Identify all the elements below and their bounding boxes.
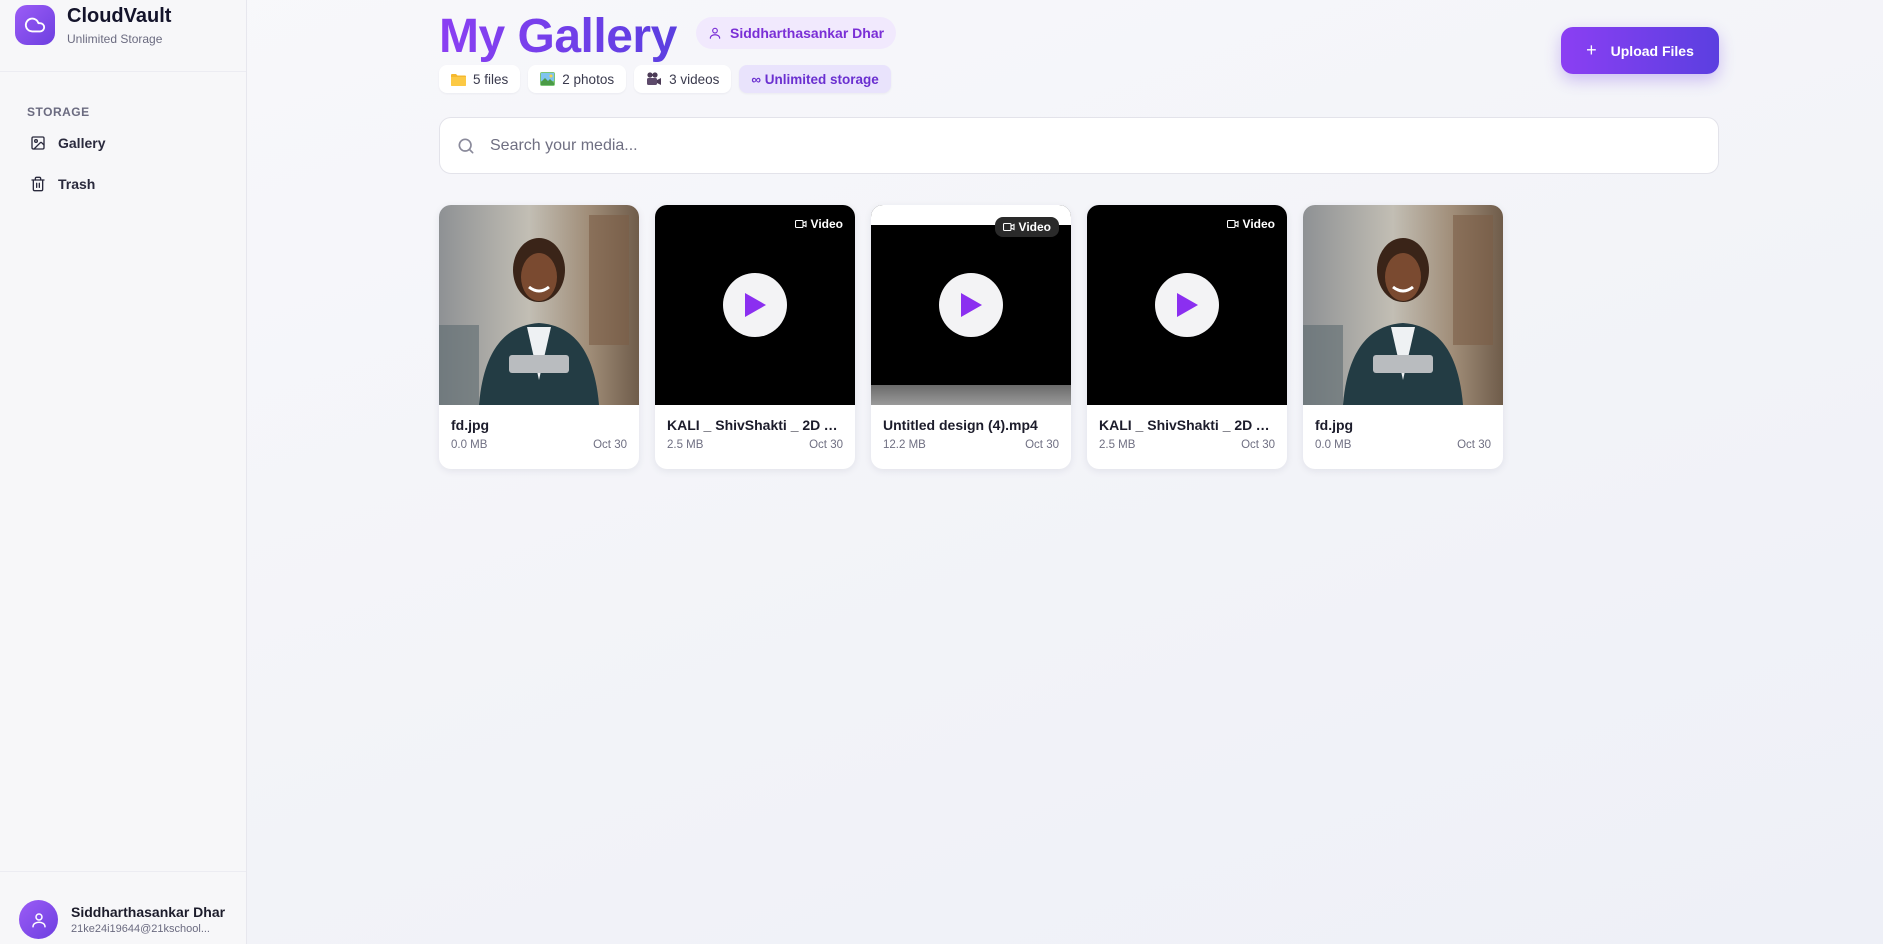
upload-files-button[interactable]: + Upload Files [1561, 27, 1719, 74]
media-card[interactable]: fd.jpg 0.0 MB Oct 30 [1303, 205, 1503, 469]
file-date: Oct 30 [593, 439, 627, 451]
picture-icon [540, 72, 556, 86]
play-button[interactable] [723, 273, 787, 337]
video-badge: Video [994, 217, 1059, 237]
portrait-image [439, 205, 639, 405]
video-badge-label: Video [810, 217, 843, 231]
owner-chip-label: Siddharthasankar Dhar [730, 25, 885, 41]
plus-icon: + [1586, 40, 1597, 60]
trash-icon [30, 175, 48, 193]
portrait-image [1303, 205, 1503, 405]
video-badge-label: Video [1018, 220, 1051, 234]
user-email: 21ke24i19644@21kschool... [71, 923, 210, 935]
stat-videos-label: 3 videos [669, 71, 720, 87]
upload-files-label: Upload Files [1610, 42, 1694, 59]
brand[interactable]: CloudVault Unlimited Storage [15, 4, 171, 46]
stat-videos: 3 videos [634, 65, 732, 93]
stat-storage: ∞ Unlimited storage [739, 65, 891, 93]
stat-files: 5 files [439, 65, 521, 93]
file-date: Oct 30 [1025, 439, 1059, 451]
play-button[interactable] [1155, 273, 1219, 337]
sidebar-item-gallery[interactable]: Gallery [30, 131, 105, 155]
file-name: Untitled design (4).mp4 [883, 417, 1038, 433]
stat-photos: 2 photos [528, 65, 627, 93]
stat-photos-label: 2 photos [562, 71, 615, 87]
play-icon [961, 293, 982, 317]
sidebar-item-label: Trash [58, 176, 96, 192]
brand-subtitle: Unlimited Storage [67, 32, 163, 46]
owner-chip[interactable]: Siddharthasankar Dhar [696, 17, 897, 49]
section-label-storage: STORAGE [27, 105, 90, 119]
sidebar-item-trash[interactable]: Trash [30, 172, 95, 196]
file-size: 2.5 MB [1099, 439, 1136, 451]
search-bar[interactable] [439, 117, 1719, 174]
file-date: Oct 30 [809, 439, 843, 451]
file-size: 0.0 MB [1315, 439, 1352, 451]
video-camera-icon [1226, 219, 1239, 229]
file-date: Oct 30 [1457, 439, 1491, 451]
stat-storage-label: ∞ Unlimited storage [751, 71, 879, 87]
divider [0, 71, 246, 72]
search-icon [456, 136, 476, 156]
movie-camera-icon [646, 72, 662, 86]
user-card[interactable]: Siddharthasankar Dhar 21ke24i19644@21ksc… [19, 900, 225, 939]
video-badge: Video [794, 217, 843, 231]
photo-thumbnail[interactable] [1303, 205, 1503, 405]
file-name: KALI _ ShivShakti _ 2D Ani... [667, 417, 843, 433]
search-input[interactable] [490, 136, 1690, 155]
file-name: fd.jpg [1315, 417, 1354, 433]
stat-files-label: 5 files [473, 71, 509, 87]
media-card[interactable]: fd.jpg 0.0 MB Oct 30 [439, 205, 639, 469]
avatar [19, 900, 58, 939]
file-name: KALI _ ShivShakti _ 2D Ani... [1099, 417, 1275, 433]
video-thumbnail[interactable]: Video [1087, 205, 1287, 405]
user-name: Siddharthasankar Dhar [71, 904, 226, 920]
media-card[interactable]: Video KALI _ ShivShakti _ 2D Ani... 2.5 … [655, 205, 855, 469]
sidebar: CloudVault Unlimited Storage STORAGE Gal… [0, 0, 247, 944]
folder-icon [451, 73, 466, 86]
video-camera-icon [794, 219, 807, 229]
play-icon [1177, 293, 1198, 317]
photo-thumbnail[interactable] [439, 205, 639, 405]
page-title: My Gallery [439, 6, 677, 68]
video-badge-label: Video [1242, 217, 1275, 231]
user-icon [708, 26, 722, 40]
video-thumbnail[interactable]: Video [871, 205, 1071, 405]
play-button[interactable] [939, 273, 1003, 337]
play-icon [745, 293, 766, 317]
video-badge: Video [1226, 217, 1275, 231]
file-name: fd.jpg [451, 417, 490, 433]
divider [0, 871, 246, 872]
media-card[interactable]: Video KALI _ ShivShakti _ 2D Ani... 2.5 … [1087, 205, 1287, 469]
video-camera-icon [1002, 222, 1015, 232]
thumbnail-band [871, 385, 1071, 405]
image-icon [30, 134, 48, 152]
brand-title: CloudVault [67, 5, 172, 27]
media-grid: fd.jpg 0.0 MB Oct 30 Video KALI _ ShivSh… [439, 205, 1503, 469]
file-size: 12.2 MB [883, 439, 926, 451]
stats-bar: 5 files 2 photos 3 videos ∞ Unlimited st… [439, 65, 891, 93]
file-date: Oct 30 [1241, 439, 1275, 451]
cloud-icon [15, 5, 55, 45]
media-card[interactable]: Video Untitled design (4).mp4 12.2 MB Oc… [871, 205, 1071, 469]
file-size: 0.0 MB [451, 439, 488, 451]
file-size: 2.5 MB [667, 439, 704, 451]
video-thumbnail[interactable]: Video [655, 205, 855, 405]
sidebar-item-label: Gallery [58, 135, 106, 151]
